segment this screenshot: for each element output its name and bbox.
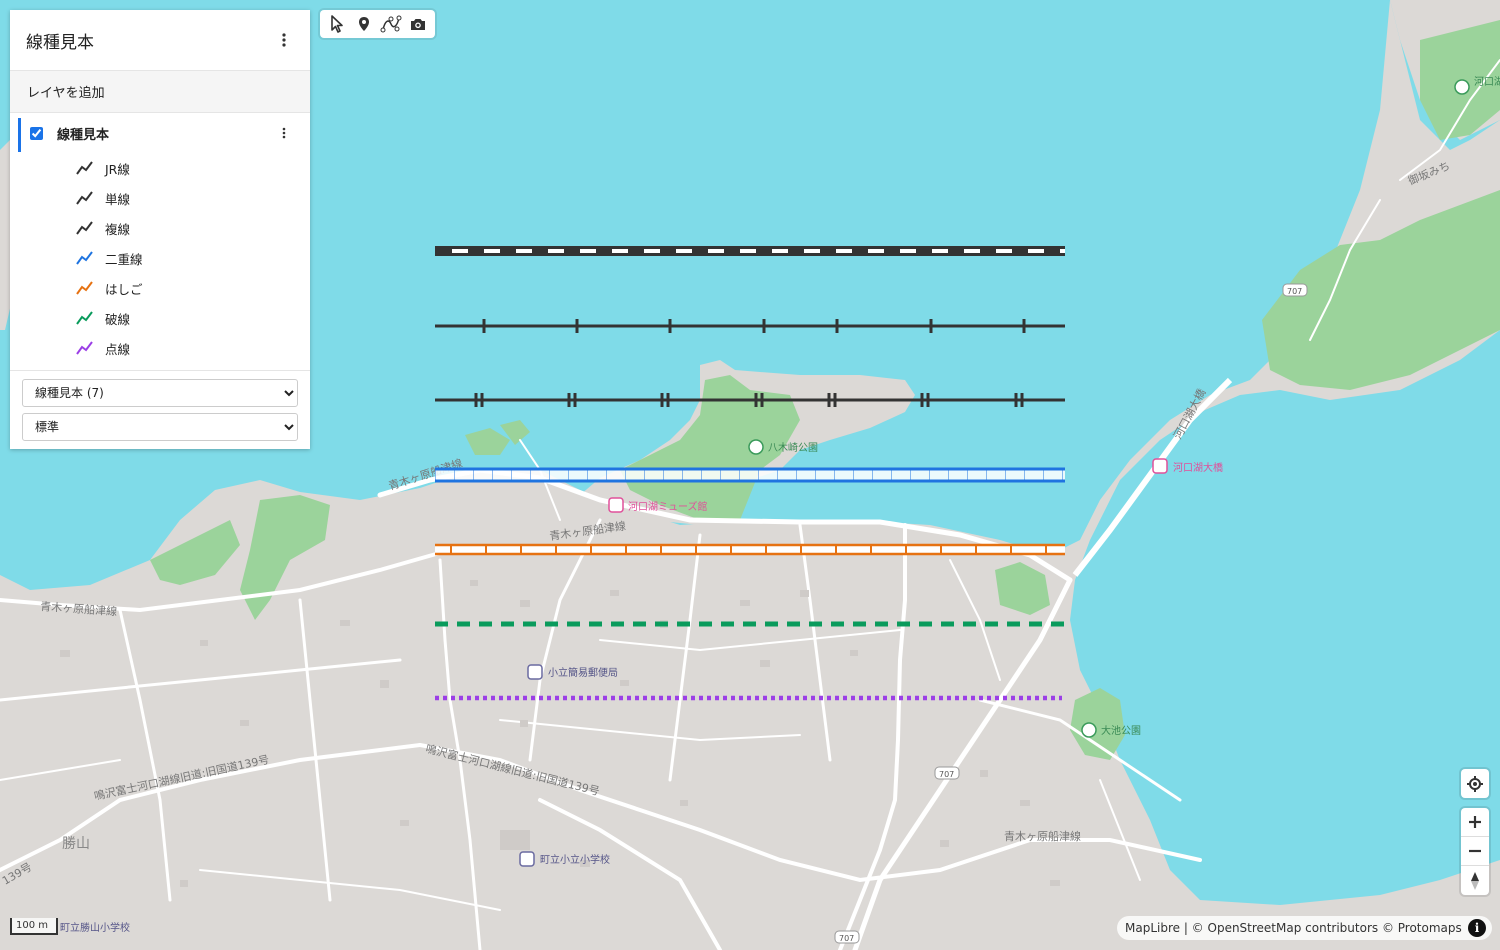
line-style-icon [76, 251, 93, 265]
sublayer-item[interactable]: 複線 [10, 213, 310, 243]
poi-label: 河口湖大橋 [1173, 461, 1223, 474]
panel-divider [10, 370, 310, 371]
attribution-text: MapLibre | © OpenStreetMap contributors … [1125, 921, 1462, 935]
minus-icon [1469, 849, 1481, 853]
post-office-icon [527, 664, 543, 680]
layer-visibility-checkbox[interactable] [30, 126, 43, 140]
panel-selects: 線種見本 (7) 標準 [22, 379, 298, 447]
sublayer-list: JR線 単線 複線 二重線 はしご 破線 点線 [10, 153, 310, 363]
museum-icon [608, 497, 624, 513]
zoom-out-button[interactable] [1461, 837, 1489, 866]
sublayer-label: JR線 [105, 161, 130, 177]
line-style-icon [76, 281, 93, 295]
poi-label: 河口湖ミューズ館 [628, 500, 708, 513]
sublayer-label: 破線 [105, 311, 131, 327]
place-label: 勝山 [62, 836, 90, 852]
line-style-icon [76, 311, 93, 325]
panel-header: 線種見本 [10, 10, 310, 71]
park-icon [748, 439, 764, 455]
sublayer-item[interactable]: はしご [10, 273, 310, 303]
school-icon [519, 851, 535, 867]
sublayer-label: 複線 [105, 221, 131, 237]
sublayer-label: 二重線 [105, 251, 143, 267]
sublayer-item[interactable]: 二重線 [10, 243, 310, 273]
sublayer-label: はしご [105, 281, 143, 297]
style-select[interactable]: 標準 [22, 413, 298, 441]
screenshot-tool-button[interactable] [407, 13, 429, 35]
sublayer-item[interactable]: 破線 [10, 303, 310, 333]
navigation-control [1461, 808, 1489, 895]
layer-name: 線種見本 [57, 127, 110, 143]
more-vert-icon [282, 33, 286, 47]
sublayer-label: 単線 [105, 191, 131, 207]
line-draw-icon [380, 15, 402, 33]
poi-label: 小立簡易郵便局 [548, 666, 618, 679]
sample-ladder[interactable] [435, 543, 1065, 556]
poi-label: 町立勝山小学校 [60, 921, 130, 934]
layer-row[interactable]: 線種見本 [10, 113, 310, 153]
line-style-icon [76, 341, 93, 355]
panel-menu-button[interactable] [274, 30, 294, 50]
draw-toolbar [320, 10, 435, 38]
panel-title: 線種見本 [26, 32, 94, 53]
crosshair-icon [1467, 775, 1483, 792]
poi-label: 河口湖 [1474, 76, 1500, 88]
scale-bar: 100 m [10, 918, 58, 935]
info-icon[interactable]: i [1468, 919, 1486, 937]
attribution: MapLibre | © OpenStreetMap contributors … [1117, 916, 1492, 940]
layer-active-indicator [18, 118, 21, 152]
layer-menu-button[interactable] [274, 123, 294, 143]
sublayer-item[interactable]: 単線 [10, 183, 310, 213]
geolocate-control [1461, 769, 1489, 798]
line-style-icon [76, 221, 93, 235]
pointer-icon [331, 15, 344, 33]
park-icon [1081, 722, 1097, 738]
sample-double-line[interactable] [435, 467, 1065, 483]
sublayer-item[interactable]: JR線 [10, 153, 310, 183]
route-shield-label: 707 [839, 934, 854, 943]
road-label: 青木ヶ原船津線 [1004, 829, 1081, 843]
line-style-icon [76, 191, 93, 205]
layer-panel: 線種見本 レイヤを追加 線種見本 JR線 単線 複線 二重線 はしご 破線 点線… [10, 10, 310, 449]
pointer-tool-button[interactable] [326, 13, 348, 35]
sublayer-label: 点線 [105, 341, 131, 357]
plus-icon [1469, 816, 1481, 828]
compass-button[interactable] [1461, 866, 1489, 895]
route-shield-label: 707 [1287, 287, 1302, 296]
add-layer-button[interactable]: レイヤを追加 [10, 71, 310, 113]
poi-label: 八木崎公園 [768, 441, 818, 454]
star-icon [1152, 458, 1168, 474]
line-draw-tool-button[interactable] [380, 13, 402, 35]
poi-label: 町立小立小学校 [540, 853, 610, 866]
layer-select[interactable]: 線種見本 (7) [22, 379, 298, 407]
camera-icon [410, 19, 425, 30]
sublayer-item[interactable]: 点線 [10, 333, 310, 363]
marker-icon [359, 17, 370, 31]
geolocate-button[interactable] [1461, 769, 1489, 798]
poi-label: 大池公園 [1101, 724, 1141, 737]
route-shield-label: 707 [939, 770, 954, 779]
more-vert-icon [282, 127, 286, 139]
park-icon [1454, 79, 1470, 95]
marker-tool-button[interactable] [353, 13, 375, 35]
line-style-icon [76, 161, 93, 175]
compass-icon [1471, 871, 1479, 890]
zoom-in-button[interactable] [1461, 808, 1489, 837]
